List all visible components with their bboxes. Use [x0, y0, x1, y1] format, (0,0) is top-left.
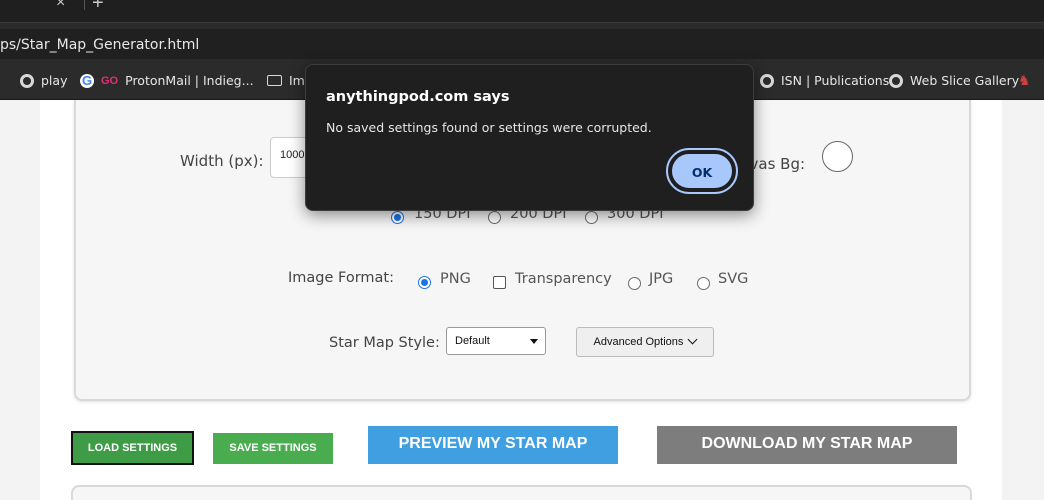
globe-icon: [20, 73, 34, 88]
dpi-200-radio[interactable]: [488, 211, 501, 224]
format-svg-radio[interactable]: [697, 277, 710, 290]
folder-icon: [267, 75, 282, 86]
preview-panel: [71, 485, 972, 500]
google-icon: G: [80, 72, 94, 88]
tab-strip: × +: [0, 0, 1044, 22]
format-png-label: PNG: [440, 271, 471, 287]
transparency-checkbox[interactable]: [493, 276, 506, 289]
bookmark-label: ProtonMail | Indieg...: [125, 73, 254, 88]
bookmark-web-slice[interactable]: Web Slice Gallery: [889, 73, 1019, 88]
width-value: 1000: [280, 149, 305, 161]
globe-icon: [760, 73, 774, 88]
alert-dialog: anythingpod.com says No saved settings f…: [305, 64, 754, 211]
chevron-down-icon: [530, 339, 538, 344]
format-png-radio[interactable]: [418, 276, 431, 289]
save-settings-button[interactable]: SAVE SETTINGS: [213, 433, 333, 464]
preview-star-map-button[interactable]: PREVIEW MY STAR MAP: [368, 426, 618, 464]
dpi-150-radio[interactable]: [391, 211, 404, 224]
go-icon: GO: [101, 74, 119, 87]
bookmark-label: Web Slice Gallery: [910, 73, 1020, 88]
address-bar[interactable]: ps/Star_Map_Generator.html: [0, 29, 1044, 59]
chevron-down-icon: [688, 334, 698, 345]
canvas-bg-color-picker[interactable]: [822, 141, 853, 172]
bookmark-isn[interactable]: ISN | Publications: [760, 73, 889, 88]
width-label: Width (px):: [180, 152, 264, 170]
width-input[interactable]: 1000: [270, 137, 310, 178]
advanced-options-label: Advanced Options: [593, 336, 684, 348]
bookmark-label: ISN | Publications: [781, 73, 890, 88]
close-tab-icon[interactable]: ×: [56, 0, 65, 12]
bookmark-label: play: [41, 73, 68, 88]
bookmark-partial[interactable]: ♞: [1018, 73, 1031, 89]
image-format-label: Image Format:: [288, 270, 395, 286]
format-jpg-radio[interactable]: [628, 277, 641, 290]
url-text[interactable]: ps/Star_Map_Generator.html: [0, 37, 199, 53]
format-jpg-label: JPG: [649, 271, 674, 287]
star-map-style-select[interactable]: Default: [446, 327, 546, 355]
download-star-map-button[interactable]: DOWNLOAD MY STAR MAP: [657, 426, 957, 464]
advanced-options-button[interactable]: Advanced Options: [576, 327, 714, 357]
extension-icon: ♞: [1018, 73, 1031, 89]
style-value: Default: [455, 335, 490, 347]
dpi-300-radio[interactable]: [585, 211, 598, 224]
format-svg-label: SVG: [718, 271, 749, 287]
load-settings-button[interactable]: LOAD SETTINGS: [71, 431, 194, 465]
bookmark-folder[interactable]: Im: [267, 73, 305, 88]
dialog-message: No saved settings found or settings were…: [326, 120, 652, 135]
dialog-ok-button[interactable]: OK: [666, 148, 738, 194]
bookmark-play[interactable]: play: [20, 73, 67, 88]
star-map-style-label: Star Map Style:: [329, 335, 440, 351]
bookmark-label: Im: [289, 73, 305, 88]
new-tab-icon[interactable]: +: [92, 0, 104, 15]
bookmark-protonmail[interactable]: G GO ProtonMail | Indieg...: [80, 73, 254, 88]
browser-toolbar: ps/Star_Map_Generator.html: [0, 22, 1044, 62]
tab-separator: [84, 0, 85, 10]
globe-icon: [889, 73, 903, 88]
transparency-label: Transparency: [515, 271, 612, 287]
dialog-title: anythingpod.com says: [326, 89, 510, 105]
